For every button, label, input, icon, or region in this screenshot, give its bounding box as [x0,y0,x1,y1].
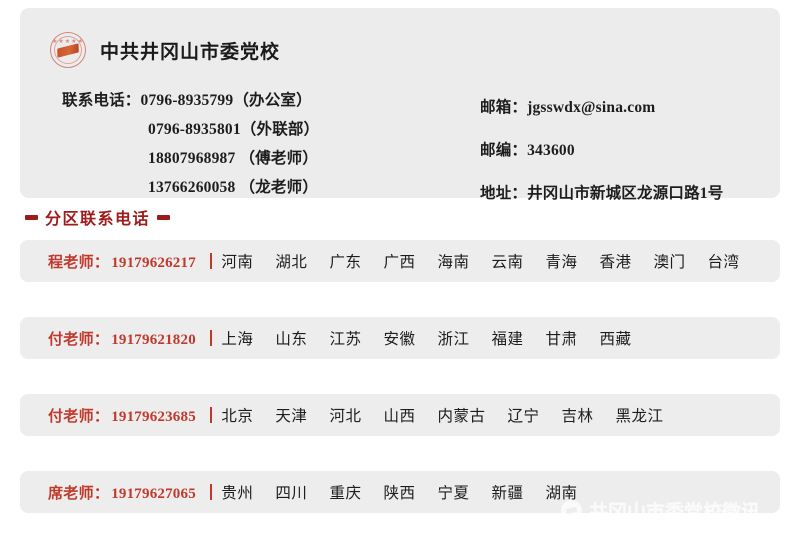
contact-line: 联系电话：0796-8935799（办公室） [62,86,482,115]
teacher-name: 付老师： 19179623685 [48,405,196,426]
region-item: 四川 [275,485,308,502]
contact-rows-list: 程老师： 19179626217 河南 湖北 广东 广西 海南 云南 青海 香港 … [0,240,800,548]
region-item: 黑龙江 [615,408,664,425]
email-value: jgsswdx@sina.com [527,99,656,116]
email-line: 邮箱：jgsswdx@sina.com [480,86,800,129]
region-item: 新疆 [491,485,524,502]
contact-line-value: 13766260058 （龙老师） [148,179,319,196]
region-item: 云南 [491,254,524,271]
teacher-phone[interactable]: 19179621820 [111,332,196,348]
contact-row: 程老师： 19179626217 河南 湖北 广东 广西 海南 云南 青海 香港 … [20,240,780,282]
seal-star-text: ★★★★★ [52,39,84,45]
region-item: 湖南 [545,485,578,502]
contact-address-column: 邮箱：jgsswdx@sina.com 邮编：343600 地址：井冈山市新城区… [480,86,800,215]
region-item: 台湾 [707,254,740,271]
teacher-name: 付老师： 19179621820 [48,328,196,349]
region-item: 西藏 [599,331,632,348]
contact-row: 席老师： 19179627065 贵州 四川 重庆 陕西 宁夏 新疆 湖南 [20,471,780,513]
teacher-phone[interactable]: 19179627065 [111,486,196,502]
region-item: 安徽 [383,331,416,348]
region-item: 陕西 [383,485,416,502]
contact-line-value: 18807968987 （傅老师） [148,150,319,167]
contact-line-value: 0796-8935801（外联部） [148,121,320,138]
region-item: 山东 [275,331,308,348]
teacher-phone[interactable]: 19179623685 [111,409,196,425]
region-item: 湖北 [275,254,308,271]
teacher-label: 付老师： [48,331,110,348]
region-item: 天津 [275,408,308,425]
region-item: 山西 [383,408,416,425]
divider-bar [209,253,213,269]
address-value: 井冈山市新城区龙源口路1号 [527,185,724,202]
teacher-label: 付老师： [48,408,110,425]
region-item: 内蒙古 [437,408,486,425]
postcode-label: 邮编： [480,142,528,159]
contact-row: 付老师： 19179623685 北京 天津 河北 山西 内蒙古 辽宁 吉林 黑龙… [20,394,780,436]
region-item: 广西 [383,254,416,271]
region-item: 河南 [221,254,254,271]
region-item: 重庆 [329,485,362,502]
contact-line-label: 联系电话： [62,92,141,109]
region-list: 上海 山东 江苏 安徽 浙江 福建 甘肃 西藏 [221,327,631,349]
region-item: 吉林 [561,408,594,425]
email-label: 邮箱： [480,99,528,116]
header-card: ★★★★★ 中共井冈山市委党校 联系电话：0796-8935799（办公室） 0… [20,8,780,202]
region-item: 广东 [329,254,362,271]
region-item: 宁夏 [437,485,470,502]
divider-bar [209,407,213,423]
region-item: 青海 [545,254,578,271]
region-item: 江苏 [329,331,362,348]
region-list: 北京 天津 河北 山西 内蒙古 辽宁 吉林 黑龙江 [221,404,663,426]
region-item: 甘肃 [545,331,578,348]
region-item: 辽宁 [507,408,540,425]
contact-line: 0796-8935801（外联部） [62,115,482,144]
region-list: 贵州 四川 重庆 陕西 宁夏 新疆 湖南 [221,481,577,503]
teacher-name: 席老师： 19179627065 [48,482,196,503]
region-item: 福建 [491,331,524,348]
region-item: 上海 [221,331,254,348]
region-list: 河南 湖北 广东 广西 海南 云南 青海 香港 澳门 台湾 [221,250,739,272]
address-label: 地址： [480,185,528,202]
region-item: 香港 [599,254,632,271]
contact-phone-column: 联系电话：0796-8935799（办公室） 0796-8935801（外联部）… [62,86,482,202]
section-title: 分区联系电话 [45,211,151,228]
region-item: 贵州 [221,485,254,502]
postcode-value: 343600 [527,142,575,159]
contact-row: 付老师： 19179621820 上海 山东 江苏 安徽 浙江 福建 甘肃 西藏 [20,317,780,359]
region-item: 浙江 [437,331,470,348]
page-title: 中共井冈山市委党校 [100,41,281,63]
dash-right-icon [157,214,171,220]
contact-line: 13766260058 （龙老师） [62,173,482,202]
divider-bar [209,330,213,346]
region-item: 北京 [221,408,254,425]
divider-bar [209,484,213,500]
teacher-name: 程老师： 19179626217 [48,251,196,272]
region-item: 河北 [329,408,362,425]
teacher-label: 程老师： [48,254,110,271]
address-line: 地址：井冈山市新城区龙源口路1号 [480,172,800,215]
teacher-label: 席老师： [48,485,110,502]
red-seal-logo-icon: ★★★★★ [48,30,88,70]
postcode-line: 邮编：343600 [480,129,800,172]
page-root: ★★★★★ 中共井冈山市委党校 联系电话：0796-8935799（办公室） 0… [0,0,800,548]
organization-row: ★★★★★ 中共井冈山市委党校 [48,30,280,70]
region-item: 澳门 [653,254,686,271]
section-heading: 分区联系电话 [25,205,171,229]
teacher-phone[interactable]: 19179626217 [111,255,196,271]
contact-line: 18807968987 （傅老师） [62,144,482,173]
region-item: 海南 [437,254,470,271]
dash-left-icon [25,214,38,220]
contact-line-value: 0796-8935799（办公室） [140,92,312,109]
